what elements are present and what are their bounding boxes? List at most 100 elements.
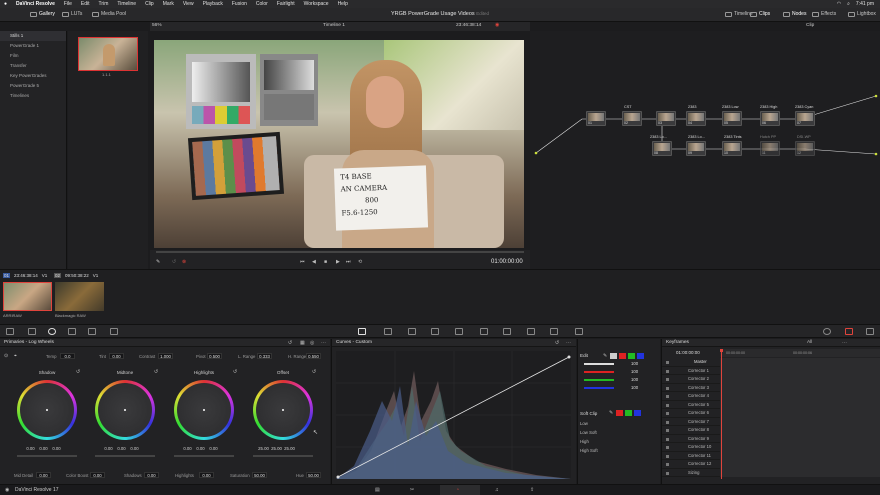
- clip-02-thumbnail[interactable]: [55, 282, 104, 311]
- timeline-name[interactable]: Timeline 1: [323, 23, 345, 28]
- track-corrector-10[interactable]: Corrector 10: [662, 443, 880, 452]
- track-corrector-9[interactable]: Corrector 9: [662, 434, 880, 443]
- offset-reset-icon[interactable]: ↺: [312, 369, 316, 375]
- shadow-reset-icon[interactable]: ↺: [76, 369, 80, 375]
- still-thumbnail[interactable]: [78, 37, 138, 71]
- album-timelines[interactable]: Timelines: [0, 91, 66, 101]
- go-start-icon[interactable]: ⏮: [300, 259, 305, 265]
- node-mode[interactable]: Clip: [806, 23, 814, 28]
- menu-playback[interactable]: Playback: [203, 1, 223, 7]
- node-12[interactable]: 12: [795, 141, 815, 156]
- key-tab-icon[interactable]: [527, 328, 535, 335]
- color-boost-value[interactable]: 0.00: [90, 472, 105, 478]
- green-intensity-bar[interactable]: [584, 379, 614, 381]
- node-09[interactable]: 09: [686, 141, 706, 156]
- menu-mark[interactable]: Mark: [163, 1, 174, 7]
- bypass-icon[interactable]: ◉: [495, 23, 499, 28]
- album-transfer[interactable]: Transfer: [0, 61, 66, 71]
- menu-fusion[interactable]: Fusion: [232, 1, 247, 7]
- track-corrector-12[interactable]: Corrector 12: [662, 460, 880, 469]
- info-tab-icon[interactable]: [845, 328, 853, 335]
- soft-clip-red-swatch[interactable]: [616, 410, 623, 416]
- track-corrector-5[interactable]: Corrector 5: [662, 400, 880, 409]
- curves-graph[interactable]: [336, 351, 571, 479]
- intensity-luma[interactable]: 100: [631, 361, 638, 366]
- midtone-reset-icon[interactable]: ↺: [154, 369, 158, 375]
- node-06[interactable]: 06: [760, 111, 780, 126]
- track-corrector-3[interactable]: Corrector 3: [662, 383, 880, 392]
- menu-help[interactable]: Help: [338, 1, 348, 7]
- highlights-param-value[interactable]: 0.00: [199, 472, 214, 478]
- node-01[interactable]: 01: [586, 111, 606, 126]
- page-fairlight-icon[interactable]: ♫: [495, 487, 499, 493]
- motion-effects-tab-icon[interactable]: [88, 328, 96, 335]
- curves-reset-icon[interactable]: ↺: [555, 340, 559, 346]
- app-menu[interactable]: DaVinci Resolve: [16, 1, 55, 7]
- page-color-icon[interactable]: ◔: [456, 487, 459, 493]
- output-port-2[interactable]: [874, 152, 878, 156]
- lrange-value[interactable]: 0.333: [257, 353, 272, 359]
- node-editor[interactable]: 01 02 CST 03 04 2383 05 2383 Low 06 2383…: [530, 31, 880, 269]
- pen-icon[interactable]: ✎: [156, 259, 160, 265]
- offset-wheel[interactable]: [253, 380, 313, 440]
- reset-all-icon[interactable]: ↺: [288, 340, 292, 346]
- track-corrector-7[interactable]: Corrector 7: [662, 417, 880, 426]
- apple-icon[interactable]: ●: [4, 1, 7, 7]
- color-warper-tab-icon[interactable]: [384, 328, 392, 335]
- midtone-master-slider[interactable]: [95, 455, 155, 457]
- contrast-value[interactable]: 1.000: [158, 353, 173, 359]
- viewer[interactable]: T4 BASE AN CAMERA 800 F5.6-1250: [154, 40, 524, 248]
- red-intensity-bar[interactable]: [584, 371, 614, 373]
- node-08[interactable]: 08: [652, 141, 672, 156]
- menu-edit[interactable]: Edit: [81, 1, 90, 7]
- keyframes-tab-icon[interactable]: [866, 328, 874, 335]
- zoom-level[interactable]: 56%: [152, 23, 162, 28]
- stop-icon[interactable]: ■: [324, 259, 327, 265]
- track-corrector-11[interactable]: Corrector 11: [662, 451, 880, 460]
- node-05[interactable]: 05: [722, 111, 742, 126]
- node-11[interactable]: 11: [760, 141, 780, 156]
- menu-file[interactable]: File: [64, 1, 72, 7]
- highlights-master-slider[interactable]: [174, 455, 234, 457]
- node-04[interactable]: 04: [686, 111, 706, 126]
- menu-clip[interactable]: Clip: [145, 1, 154, 7]
- page-cut-icon[interactable]: ✂: [410, 487, 414, 493]
- hue-value[interactable]: 50.00: [306, 472, 321, 478]
- track-master[interactable]: Master: [662, 358, 880, 367]
- page-media-icon[interactable]: ▤: [375, 487, 380, 493]
- track-corrector-8[interactable]: Corrector 8: [662, 426, 880, 435]
- album-powergrade-1[interactable]: PowerGrade 1: [0, 41, 66, 51]
- qualifier-tab-icon[interactable]: [408, 328, 416, 335]
- undo-icon[interactable]: ↺: [172, 259, 176, 265]
- reverse-icon[interactable]: ◀: [312, 259, 316, 265]
- keyframes-filter[interactable]: All: [807, 340, 812, 345]
- blue-intensity-bar[interactable]: [584, 387, 614, 389]
- go-end-icon[interactable]: ⏭: [346, 259, 351, 265]
- channel-blue-swatch[interactable]: [637, 353, 644, 359]
- color-match-tab-icon[interactable]: [28, 328, 36, 335]
- low-row[interactable]: Low: [580, 421, 658, 428]
- shadows-value[interactable]: 0.00: [144, 472, 159, 478]
- album-stills-1[interactable]: Stills 1: [0, 31, 66, 41]
- clip-01-thumbnail[interactable]: [3, 282, 52, 311]
- menu-trim[interactable]: Trim: [99, 1, 109, 7]
- channel-green-swatch[interactable]: [628, 353, 635, 359]
- wheels-view-icon[interactable]: ◎: [310, 340, 314, 346]
- shadow-master-slider[interactable]: [17, 455, 77, 457]
- track-sizing[interactable]: Sizing: [662, 468, 880, 477]
- bars-view-icon[interactable]: ▦: [300, 340, 305, 346]
- rgb-mixer-tab-icon[interactable]: [68, 328, 76, 335]
- sizing-tab-icon[interactable]: [550, 328, 558, 335]
- saturation-value[interactable]: 50.00: [252, 472, 267, 478]
- loop-icon[interactable]: ⟲: [358, 259, 362, 265]
- keyframes-options-icon[interactable]: ⋯: [842, 340, 847, 346]
- channel-link-swatch[interactable]: [610, 353, 617, 359]
- menu-timeline[interactable]: Timeline: [117, 1, 136, 7]
- hdr-tab-icon[interactable]: [110, 328, 118, 335]
- midtone-wheel[interactable]: [95, 380, 155, 440]
- auto-balance-icon[interactable]: ⊙: [4, 353, 8, 359]
- menu-workspace[interactable]: Workspace: [304, 1, 329, 7]
- color-wheels-tab-icon[interactable]: [48, 328, 56, 335]
- tint-value[interactable]: 0.00: [109, 353, 124, 359]
- intensity-red[interactable]: 100: [631, 369, 638, 374]
